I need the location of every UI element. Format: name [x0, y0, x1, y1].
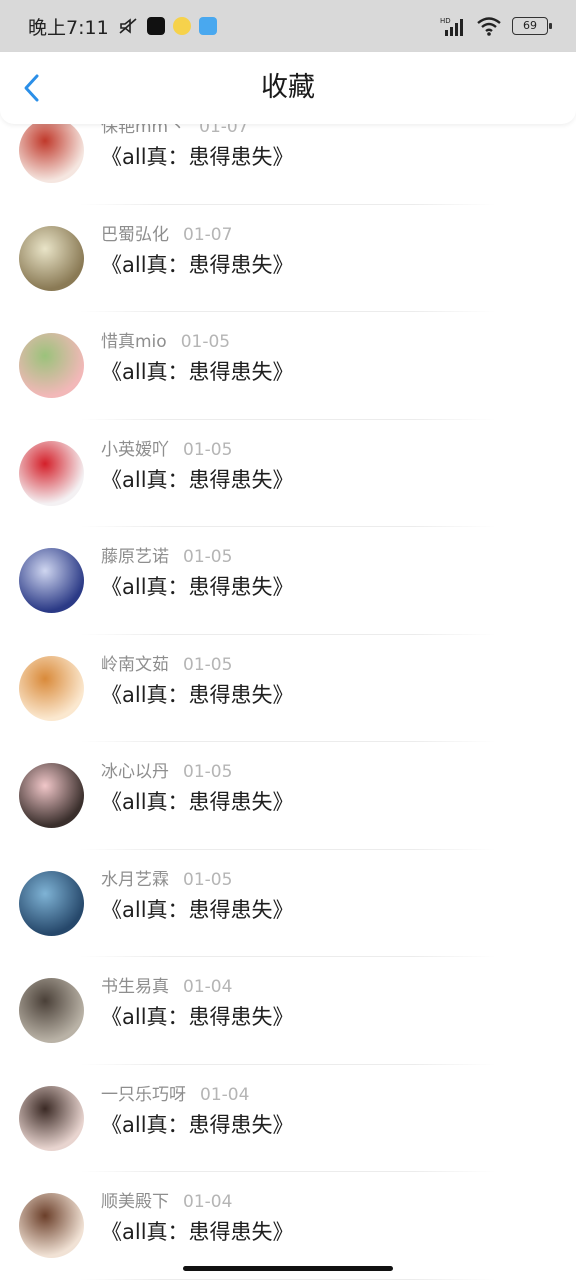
avatar[interactable]: [19, 333, 84, 398]
list-item[interactable]: 书生易真 01-04 《all真：患得患失》: [0, 957, 576, 1065]
list-item[interactable]: 保艳mm丶 01-07 《all真：患得患失》: [0, 124, 576, 205]
list-item[interactable]: 巴蜀弘化 01-07 《all真：患得患失》: [0, 205, 576, 312]
author-line: 一只乐巧呀 01-04: [101, 1080, 249, 1105]
author-name: 书生易真: [101, 977, 169, 997]
favorites-list-inner: 保艳mm丶 01-07 《all真：患得患失》 巴蜀弘化 01-07 《all真：患得患失…: [0, 124, 576, 1280]
author-name: 冰心以丹: [101, 762, 169, 782]
item-title[interactable]: 《all真：患得患失》: [101, 786, 294, 816]
avatar[interactable]: [19, 870, 84, 936]
status-bar: 晚上7:11 HD 69: [0, 0, 576, 52]
author-name: 岭南文茹: [101, 654, 169, 675]
author-name: 顺美殿下: [101, 1192, 169, 1212]
post-date: 01-04: [183, 977, 233, 997]
author-line: 岭南文茹 01-05: [101, 650, 232, 675]
avatar[interactable]: [19, 763, 84, 828]
item-title[interactable]: 《all真：患得患失》: [101, 894, 294, 924]
avatar[interactable]: [19, 655, 84, 721]
mute-icon: [119, 18, 137, 34]
post-date: 01-05: [180, 332, 231, 352]
author-line: 小英嫒吖 01-05: [101, 435, 232, 460]
list-item[interactable]: 一只乐巧呀 01-04 《all真：患得患失》: [0, 1065, 576, 1172]
post-date: 01-05: [183, 654, 233, 675]
q-app-icon: [172, 17, 191, 35]
author-line: 冰心以丹 01-05: [101, 757, 232, 782]
item-title[interactable]: 《all真：患得患失》: [101, 249, 294, 279]
header-bar: 收藏: [0, 52, 576, 124]
item-title[interactable]: 《all真：患得患失》: [101, 1001, 294, 1031]
item-title[interactable]: 《all真：患得患失》: [101, 141, 294, 171]
author-line: 顺美殿下 01-04: [101, 1187, 232, 1212]
post-date: 01-04: [200, 1084, 250, 1105]
author-name: 惜真mio: [101, 332, 167, 352]
item-title[interactable]: 《all真：患得患失》: [101, 464, 294, 494]
author-name: 巴蜀弘化: [101, 224, 169, 245]
list-item[interactable]: 冰心以丹 01-05 《all真：患得患失》: [0, 742, 576, 850]
author-line: 惜真mio 01-05: [101, 327, 230, 352]
post-date: 01-04: [183, 1192, 233, 1212]
list-item[interactable]: 顺美殿下 01-04 《all真：患得患失》: [0, 1172, 576, 1280]
avatar[interactable]: [19, 1085, 84, 1151]
hd-signal-icon: HD: [440, 17, 463, 36]
avatar[interactable]: [19, 440, 84, 506]
avatar[interactable]: [19, 124, 84, 183]
avatar[interactable]: [19, 978, 84, 1043]
avatar[interactable]: [19, 225, 84, 291]
post-date: 01-07: [199, 124, 249, 137]
battery-icon: 69: [512, 17, 552, 35]
wifi-icon: [477, 17, 501, 36]
item-title[interactable]: 《all真：患得患失》: [101, 1216, 294, 1246]
item-title[interactable]: 《all真：患得患失》: [101, 356, 294, 386]
post-date: 01-05: [183, 869, 233, 890]
post-date: 01-05: [183, 547, 233, 567]
svg-text:HD: HD: [440, 17, 451, 25]
cloud-app-icon: [198, 17, 217, 35]
post-date: 01-05: [183, 439, 233, 460]
list-item[interactable]: 惜真mio 01-05 《all真：患得患失》: [0, 312, 576, 420]
list-item[interactable]: 藤原艺诺 01-05 《all真：患得患失》: [0, 527, 576, 635]
author-line: 水月艺霖 01-05: [101, 865, 232, 890]
author-line: 保艳mm丶 01-07: [101, 124, 249, 137]
item-title[interactable]: 《all真：患得患失》: [101, 1109, 294, 1139]
favorites-list[interactable]: 保艳mm丶 01-07 《all真：患得患失》 巴蜀弘化 01-07 《all真：患得患失…: [0, 124, 576, 1280]
status-right: HD 69: [440, 16, 552, 36]
post-date: 01-07: [183, 224, 233, 245]
list-item[interactable]: 水月艺霖 01-05 《all真：患得患失》: [0, 850, 576, 957]
page-title: 收藏: [261, 72, 315, 103]
author-name: 藤原艺诺: [101, 547, 169, 567]
post-date: 01-05: [183, 762, 233, 782]
tiktok-icon: [146, 17, 165, 35]
author-name: 小英嫒吖: [101, 439, 169, 460]
author-name: 一只乐巧呀: [101, 1084, 186, 1105]
status-time: 晚上7:11: [28, 16, 109, 39]
author-line: 藤原艺诺 01-05: [101, 542, 232, 567]
item-title[interactable]: 《all真：患得患失》: [101, 679, 294, 709]
list-item[interactable]: 岭南文茹 01-05 《all真：患得患失》: [0, 635, 576, 742]
author-name: 保艳mm丶: [101, 124, 186, 137]
avatar[interactable]: [19, 548, 84, 613]
author-line: 巴蜀弘化 01-07: [101, 220, 232, 245]
item-title[interactable]: 《all真：患得患失》: [101, 571, 294, 601]
author-name: 水月艺霖: [101, 869, 169, 890]
avatar[interactable]: [19, 1193, 84, 1258]
status-left: 晚上7:11: [28, 13, 217, 40]
home-indicator[interactable]: [183, 1266, 393, 1271]
author-line: 书生易真 01-04: [101, 972, 232, 997]
divider: [80, 1278, 496, 1280]
list-item[interactable]: 小英嫒吖 01-05 《all真：患得患失》: [0, 420, 576, 527]
